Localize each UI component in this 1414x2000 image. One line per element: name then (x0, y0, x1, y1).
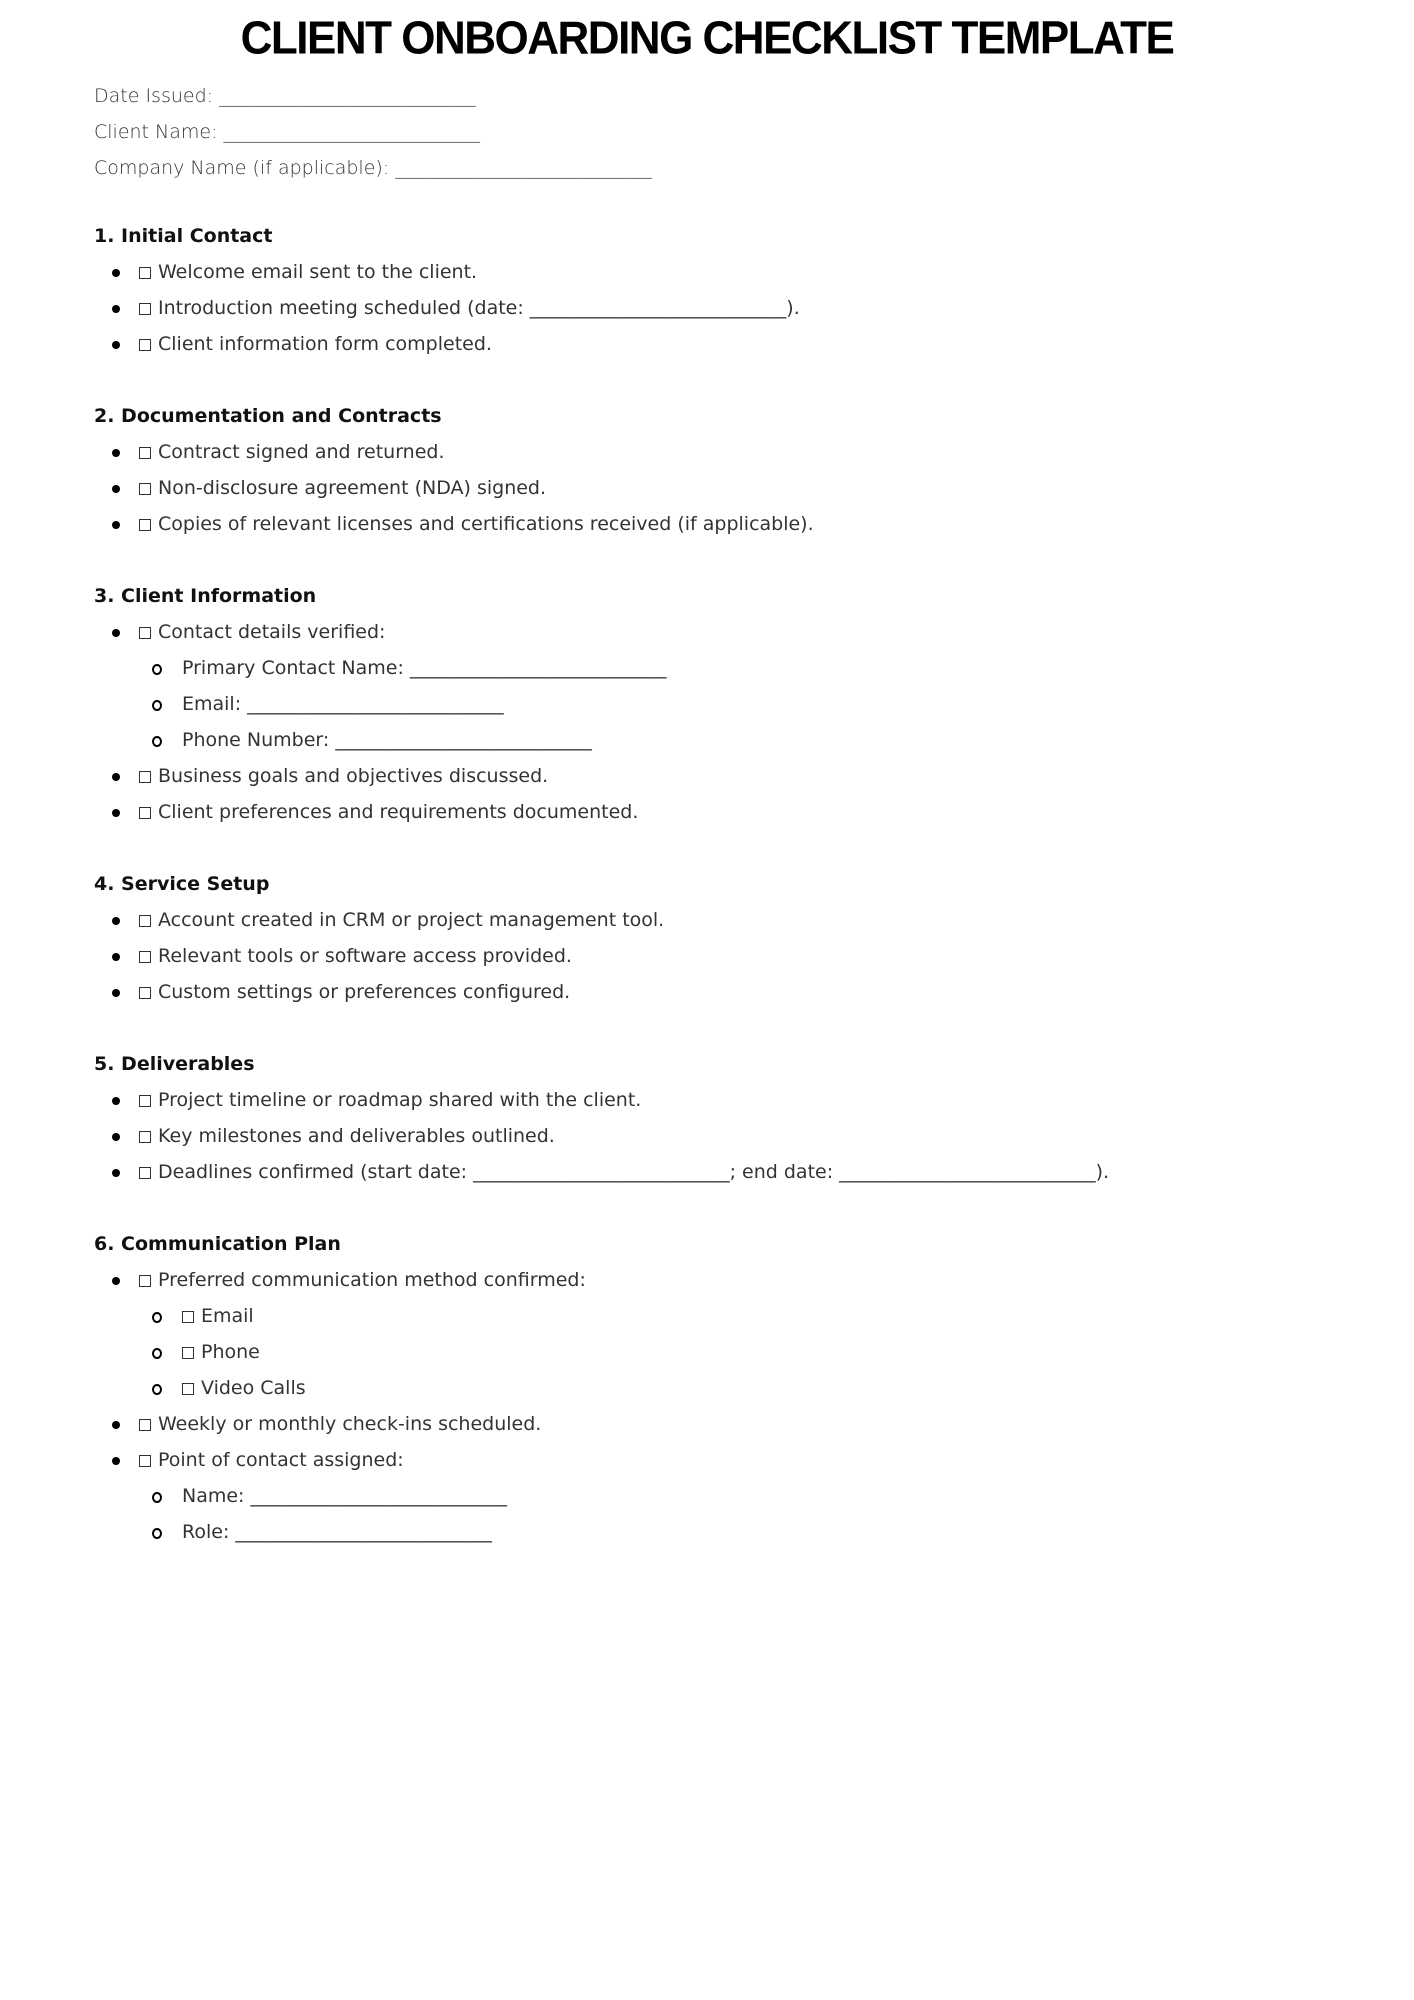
checklist-item: Deadlines confirmed (start date: _______… (94, 1154, 1394, 1190)
checklist: Welcome email sent to the client. Introdu… (94, 254, 1394, 362)
checklist-item: Client preferences and requirements docu… (94, 794, 1394, 830)
checklist: Contact details verified: Primary Contact… (94, 614, 1394, 830)
checklist-subitem[interactable]: Phone Number: __________________________… (94, 722, 1394, 758)
client-name-field[interactable]: Client Name: ___________________________ (94, 114, 652, 150)
checklist-item: Weekly or monthly check-ins scheduled. (94, 1406, 1394, 1442)
section-heading: 1. Initial Contact (94, 225, 273, 247)
checklist-item: Introduction meeting scheduled (date: __… (94, 290, 1394, 326)
checklist: Account created in CRM or project manage… (94, 902, 1394, 1010)
checklist-item: Relevant tools or software access provid… (94, 938, 1394, 974)
checkbox-icon[interactable] (139, 519, 151, 531)
checklist-subitem-label: Role: ___________________________ (182, 1521, 492, 1543)
checklist-item: Preferred communication method confirmed… (94, 1262, 1394, 1298)
checklist-item: Contact details verified: (94, 614, 1394, 650)
checklist-item-label: Custom settings or preferences configure… (158, 981, 571, 1003)
checklist-item-label: Welcome email sent to the client. (158, 261, 478, 283)
checklist-item-label: Deadlines confirmed (start date: _______… (158, 1161, 1110, 1183)
checklist-content: 1. Initial Contact Welcome email sent to … (94, 218, 1394, 1586)
checklist-item-label: Non-disclosure agreement (NDA) signed. (158, 477, 547, 499)
checklist-subitem-label: Primary Contact Name: __________________… (182, 657, 667, 679)
checklist: Preferred communication method confirmed… (94, 1262, 1394, 1550)
checkbox-icon[interactable] (139, 807, 151, 819)
date-issued-field[interactable]: Date Issued: ___________________________ (94, 78, 652, 114)
checklist-item: Client information form completed. (94, 326, 1394, 362)
checkbox-icon[interactable] (139, 1095, 151, 1107)
checkbox-icon[interactable] (139, 1275, 151, 1287)
section-heading: 2. Documentation and Contracts (94, 405, 442, 427)
checklist: Contract signed and returned. Non-disclos… (94, 434, 1394, 542)
checkbox-icon[interactable] (139, 1167, 151, 1179)
checklist-subitem-label: Video Calls (201, 1377, 306, 1399)
checklist-item-label: Relevant tools or software access provid… (158, 945, 572, 967)
checklist-item: Project timeline or roadmap shared with … (94, 1082, 1394, 1118)
checklist-subitem-label: Email: ___________________________ (182, 693, 504, 715)
checkbox-icon[interactable] (139, 447, 151, 459)
checkbox-icon[interactable] (139, 267, 151, 279)
checklist-item-label: Key milestones and deliverables outlined… (158, 1125, 555, 1147)
checklist-item-label: Client information form completed. (158, 333, 492, 355)
checklist-item-label: Introduction meeting scheduled (date: __… (158, 297, 800, 319)
checklist-subitem-label: Name: ___________________________ (182, 1485, 507, 1507)
checkbox-icon[interactable] (139, 483, 151, 495)
checklist-item: Account created in CRM or project manage… (94, 902, 1394, 938)
checklist-item-label: Point of contact assigned: (158, 1449, 404, 1471)
checklist-section: 4. Service Setup Account created in CRM o… (94, 866, 1394, 1010)
checklist-item-label: Project timeline or roadmap shared with … (158, 1089, 642, 1111)
checkbox-icon[interactable] (139, 987, 151, 999)
checklist-item: Contract signed and returned. (94, 434, 1394, 470)
checklist-subitem[interactable]: Primary Contact Name: __________________… (94, 650, 1394, 686)
checklist-item: Welcome email sent to the client. (94, 254, 1394, 290)
checklist-item-label: Weekly or monthly check-ins scheduled. (158, 1413, 542, 1435)
checklist-item-label: Contract signed and returned. (158, 441, 445, 463)
checkbox-icon[interactable] (182, 1311, 194, 1323)
checkbox-icon[interactable] (139, 339, 151, 351)
checkbox-icon[interactable] (139, 1419, 151, 1431)
section-heading: 4. Service Setup (94, 873, 270, 895)
checklist-subitem[interactable]: Email: ___________________________ (94, 686, 1394, 722)
checkbox-icon[interactable] (139, 771, 151, 783)
checklist-section: 5. Deliverables Project timeline or roadm… (94, 1046, 1394, 1190)
checkbox-icon[interactable] (182, 1383, 194, 1395)
checkbox-icon[interactable] (139, 1131, 151, 1143)
checklist-subitem: Phone (94, 1334, 1394, 1370)
header-fields: Date Issued: ___________________________… (94, 78, 652, 186)
company-name-field[interactable]: Company Name (if applicable): __________… (94, 150, 652, 186)
checklist-item-label: Business goals and objectives discussed. (158, 765, 549, 787)
checklist-item-label: Account created in CRM or project manage… (158, 909, 665, 931)
checklist-subitem-label: Phone Number: __________________________… (182, 729, 592, 751)
checklist-subitem-label: Phone (201, 1341, 260, 1363)
checklist-subitem[interactable]: Name: ___________________________ (94, 1478, 1394, 1514)
checklist-subitem[interactable]: Role: ___________________________ (94, 1514, 1394, 1550)
checklist-item: Copies of relevant licenses and certific… (94, 506, 1394, 542)
checklist-section: 6. Communication Plan Preferred communica… (94, 1226, 1394, 1550)
checklist-item-label: Contact details verified: (158, 621, 386, 643)
checklist-subitem: Email (94, 1298, 1394, 1334)
checklist-item-label: Preferred communication method confirmed… (158, 1269, 586, 1291)
checkbox-icon[interactable] (139, 915, 151, 927)
checklist-item: Custom settings or preferences configure… (94, 974, 1394, 1010)
document-title: CLIENT ONBOARDING CHECKLIST TEMPLATE (240, 12, 1175, 65)
checklist-item: Point of contact assigned: (94, 1442, 1394, 1478)
checkbox-icon[interactable] (139, 1455, 151, 1467)
checklist-item: Key milestones and deliverables outlined… (94, 1118, 1394, 1154)
checklist-section: 2. Documentation and Contracts Contract s… (94, 398, 1394, 542)
checkbox-icon[interactable] (139, 627, 151, 639)
checklist-section: 3. Client Information Contact details ver… (94, 578, 1394, 830)
checklist-subitem-label: Email (201, 1305, 254, 1327)
checklist-item: Non-disclosure agreement (NDA) signed. (94, 470, 1394, 506)
checklist-item-label: Copies of relevant licenses and certific… (158, 513, 814, 535)
section-heading: 5. Deliverables (94, 1053, 255, 1075)
checklist-item: Business goals and objectives discussed. (94, 758, 1394, 794)
checklist-item-label: Client preferences and requirements docu… (158, 801, 639, 823)
checkbox-icon[interactable] (139, 303, 151, 315)
checkbox-icon[interactable] (139, 951, 151, 963)
checklist: Project timeline or roadmap shared with … (94, 1082, 1394, 1190)
section-heading: 6. Communication Plan (94, 1233, 341, 1255)
checklist-subitem: Video Calls (94, 1370, 1394, 1406)
checklist-section: 1. Initial Contact Welcome email sent to … (94, 218, 1394, 362)
checkbox-icon[interactable] (182, 1347, 194, 1359)
section-heading: 3. Client Information (94, 585, 317, 607)
